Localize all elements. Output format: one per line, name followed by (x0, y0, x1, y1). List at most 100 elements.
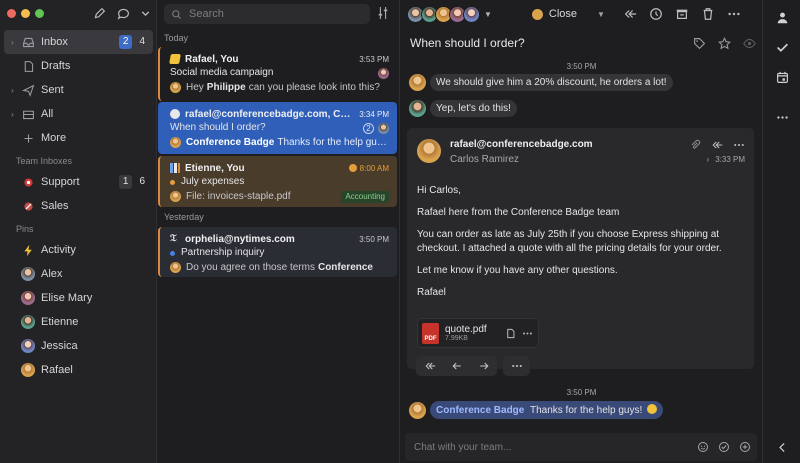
nytimes-icon: 𝔗 (170, 233, 177, 244)
conversation-card[interactable]: Etienne, You 8:00 AM July expenses File:… (158, 156, 397, 207)
chat-composer[interactable] (405, 433, 757, 461)
trash-icon[interactable] (701, 7, 715, 21)
more-icon[interactable] (733, 139, 745, 151)
conversation-detail: ▼ Close ▼ When should I order? 3:50 PM W… (401, 0, 762, 463)
label-tag[interactable]: Accounting (341, 190, 389, 203)
chart-icon (170, 163, 180, 173)
more-actions-button[interactable] (503, 356, 530, 376)
collapse-rail-button[interactable] (774, 439, 790, 455)
expand-caret-icon[interactable]: › (11, 38, 19, 47)
attachment-size: 7.99KB (445, 335, 468, 342)
document-icon[interactable] (505, 328, 516, 339)
sidebar-item-more[interactable]: More (4, 126, 153, 150)
unread-badge: 2 (118, 35, 133, 49)
chevron-down-icon[interactable]: ▼ (597, 10, 605, 19)
more-icon[interactable] (727, 7, 741, 21)
conversation-time: 3:34 PM (359, 109, 389, 119)
sidebar-item-inbox[interactable]: › Inbox 2 4 (4, 30, 153, 54)
conversation-participants: rafael@conferencebadge.com, Carlos (185, 108, 354, 120)
unread-dot (170, 250, 175, 256)
tag-icon[interactable] (693, 37, 706, 50)
attachment-card[interactable]: PDF quote.pdf 7.99KB (417, 318, 539, 348)
participant-avatars[interactable] (407, 5, 480, 23)
sidebar-item-rafael[interactable]: Rafael (4, 358, 153, 382)
chat-bubble-icon (117, 8, 129, 20)
sales-icon (21, 199, 35, 213)
filter-button[interactable] (377, 6, 391, 22)
chat-input[interactable] (414, 441, 697, 453)
reply-all-icon[interactable] (623, 7, 637, 21)
reply-actions (416, 356, 530, 376)
avatar (21, 315, 35, 329)
chevron-down-icon[interactable]: ▼ (484, 10, 492, 19)
minimize-window-button[interactable] (21, 9, 30, 18)
conversation-card[interactable]: Rafael, You 3:53 PM Social media campaig… (158, 47, 397, 101)
add-circle-icon[interactable] (739, 441, 751, 453)
sidebar-item-activity[interactable]: Activity (4, 238, 153, 262)
sidebar-item-etienne[interactable]: Etienne (4, 310, 153, 334)
team-inboxes-heading: Team Inboxes (16, 156, 73, 166)
eye-icon[interactable] (743, 37, 756, 50)
new-chat-button[interactable] (112, 3, 134, 23)
chat-bubble: Yep, let's do this! (430, 100, 517, 117)
reply-all-icon[interactable] (711, 139, 723, 151)
more-icon (511, 364, 522, 368)
close-window-button[interactable] (7, 9, 16, 18)
reply-icon (452, 362, 461, 370)
sidebar-item-elise-mary[interactable]: Elise Mary (4, 286, 153, 310)
contact-button[interactable] (774, 9, 790, 25)
plus-icon (21, 131, 35, 145)
email-sender: rafael@conferencebadge.com (450, 139, 593, 150)
sidebar-item-jessica[interactable]: Jessica (4, 334, 153, 358)
archive-icon[interactable] (675, 7, 689, 21)
conversation-participants: Rafael, You (185, 53, 239, 65)
zoom-window-button[interactable] (35, 9, 44, 18)
person-icon (777, 12, 787, 23)
sidebar-item-all[interactable]: › All (4, 102, 153, 126)
compose-button[interactable] (88, 3, 110, 23)
expand-caret-icon[interactable]: › (11, 86, 19, 95)
conversation-time: 8:00 AM (359, 163, 389, 173)
conversation-time: 3:50 PM (359, 234, 389, 244)
compose-menu-button[interactable] (136, 3, 154, 23)
star-icon[interactable] (718, 36, 731, 50)
sidebar-item-support[interactable]: Support 1 6 (4, 170, 153, 194)
check-circle-icon[interactable] (718, 441, 730, 453)
snooze-clock-icon[interactable] (649, 7, 663, 21)
sidebar-item-sales[interactable]: Sales (4, 194, 153, 218)
chat-timestamp: 3:50 PM (566, 388, 597, 397)
chevron-right-icon: › (706, 155, 710, 164)
emoji-picker-icon[interactable] (697, 441, 709, 453)
sidebar-item-drafts[interactable]: Drafts (4, 54, 153, 78)
conversation-card-selected[interactable]: rafael@conferencebadge.com, Carlos 3:34 … (158, 102, 397, 154)
attachment-name: quote.pdf (445, 324, 487, 335)
conversation-card[interactable]: 𝔗 orphelia@nytimes.com 3:50 PM Partnersh… (158, 227, 397, 277)
calendar-button[interactable] (774, 69, 790, 85)
forward-button[interactable] (470, 356, 497, 376)
search-input[interactable] (189, 8, 349, 20)
conversation-subject: July expenses (181, 176, 245, 187)
lightning-icon (21, 243, 35, 257)
conversation-participants: orphelia@nytimes.com (185, 233, 295, 245)
day-label-yesterday: Yesterday (164, 212, 204, 222)
conversation-time: 3:53 PM (359, 54, 389, 64)
search-icon (172, 9, 181, 19)
more-icon[interactable] (522, 328, 533, 339)
attachment-icon[interactable] (689, 139, 701, 151)
search-bar[interactable] (164, 4, 370, 24)
email-paragraph: Rafael here from the Conference Badge te… (417, 207, 620, 218)
expand-caret-icon[interactable]: › (11, 110, 19, 119)
reply-all-icon (425, 362, 435, 370)
sidebar-item-sent[interactable]: › Sent (4, 78, 153, 102)
reply-all-button[interactable] (416, 356, 443, 376)
tasks-button[interactable] (774, 39, 790, 55)
reply-button[interactable] (443, 356, 470, 376)
sidebar-item-alex[interactable]: Alex (4, 262, 153, 286)
sidebar-item-label: Drafts (41, 60, 71, 72)
mention: Conference Badge (186, 137, 275, 148)
unread-dot (170, 179, 175, 185)
close-conversation-button[interactable]: Close ▼ (531, 8, 605, 20)
more-apps-button[interactable] (774, 109, 790, 125)
detail-toolbar: ▼ Close ▼ (401, 0, 762, 28)
window-controls (7, 9, 44, 18)
